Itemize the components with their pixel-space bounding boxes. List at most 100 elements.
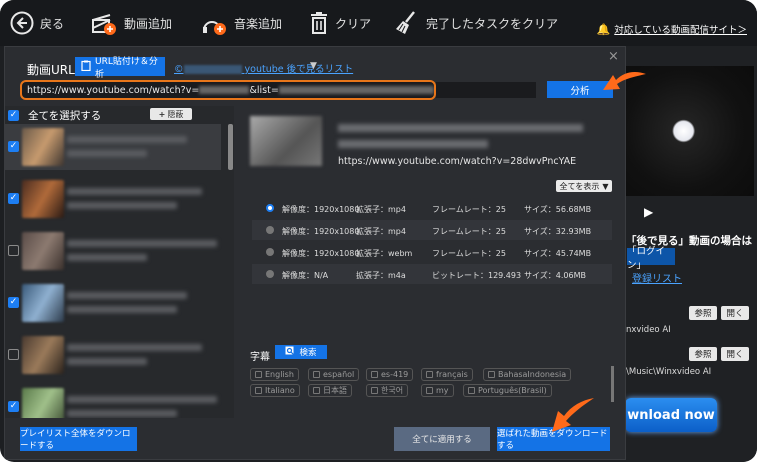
youtube-watch-later-link[interactable]: © youtube 後で見るリスト — [174, 61, 353, 75]
subtitle-search-label: 検索 — [299, 348, 317, 358]
browse-button-1[interactable]: 参照 — [689, 306, 717, 320]
add-music-button[interactable]: 音楽追加 — [200, 0, 282, 46]
format-col1: 解像度：N/A — [282, 271, 329, 280]
list-item[interactable]: ✓ — [5, 280, 221, 326]
item-checkbox-checked[interactable]: ✓ — [8, 141, 19, 152]
browse-button-2[interactable]: 参照 — [689, 347, 717, 361]
radio-selected-icon[interactable] — [266, 204, 274, 212]
app-window: 戻る 動画追加 音楽追加 クリア 完了したタスクをクリア 🔔 対応している動画配… — [0, 0, 757, 462]
paste-analyze-label: URL貼付け＆分析 — [95, 56, 158, 80]
dropdown-triangle-icon[interactable]: ▼ — [310, 61, 317, 71]
list-scrollbar[interactable] — [228, 124, 233, 170]
radio-unselected-icon[interactable] — [266, 226, 274, 234]
subtitle-language-option[interactable]: my — [421, 384, 454, 397]
add-video-button[interactable]: 動画追加 — [90, 0, 172, 46]
checkbox-unchecked-icon — [468, 387, 475, 394]
collapse-button[interactable]: + 隠蔽 — [150, 108, 192, 120]
back-button[interactable]: 戻る — [10, 0, 64, 46]
list-item[interactable]: ✓ — [5, 124, 221, 170]
subtitle-search-button[interactable]: 検索 — [275, 345, 327, 359]
open-button-2[interactable]: 開く — [721, 347, 749, 361]
item-title-blurred — [67, 292, 187, 299]
video-title-blurred — [338, 124, 583, 132]
format-col2: 拡張子：webm — [356, 249, 413, 258]
subtitle-language-label: español — [323, 370, 355, 379]
item-subtitle-blurred — [67, 254, 147, 261]
show-all-label: 全てを表示 — [559, 181, 600, 191]
checkbox-unchecked-icon — [426, 387, 433, 394]
item-checkbox-unchecked[interactable] — [8, 245, 19, 256]
subtitle-language-label: my — [436, 386, 449, 395]
subtitle-language-option[interactable]: Italiano — [250, 384, 300, 397]
format-col1: 解像度：1920x1080 — [282, 249, 360, 258]
open-button-1[interactable]: 開く — [721, 306, 749, 320]
format-col4: サイズ：45.74MB — [524, 249, 592, 258]
clear-completed-label: 完了したタスクをクリア — [426, 16, 559, 31]
url-input-extension[interactable] — [436, 82, 536, 98]
collapse-label: 隠蔽 — [167, 109, 184, 119]
subtitle-language-option[interactable]: es-419 — [366, 368, 414, 381]
format-row[interactable]: 解像度：1920x1080 拡張子：mp4 フレームレート：25 サイズ：56.68M… — [252, 198, 612, 218]
download-playlist-button[interactable]: プレイリスト全体をダウンロードする — [20, 427, 137, 451]
item-subtitle-blurred — [67, 358, 147, 365]
subtitle-scrollbar[interactable] — [611, 366, 614, 402]
checkbox-unchecked-icon — [255, 387, 262, 394]
subtitle-language-option[interactable]: français — [421, 368, 473, 381]
trash-icon — [309, 11, 329, 35]
subtitle-language-label: français — [436, 370, 468, 379]
list-item[interactable] — [5, 228, 221, 274]
subtitle-language-label: BahasaIndonesia — [498, 370, 567, 379]
format-row[interactable]: 解像度：1920x1080 拡張子：webm フレームレート：25 サイズ：45.74… — [252, 242, 612, 262]
list-item[interactable]: ✓ — [5, 176, 221, 222]
subtitle-language-label: Português(Brasil) — [478, 386, 547, 395]
clipboard-icon — [81, 60, 91, 74]
url-input[interactable]: https://www.youtube.com/watch?v= &list= — [20, 80, 436, 100]
url-prefix: https://www.youtube.com/watch?v= — [27, 84, 200, 96]
video-url: https://www.youtube.com/watch?v=28dwvPnc… — [338, 156, 577, 167]
item-thumbnail — [22, 232, 64, 270]
item-title-blurred — [67, 396, 217, 403]
url-mid: &list= — [249, 84, 279, 96]
video-title-blurred-2 — [338, 140, 488, 148]
output-path-2: \Music\Winxvideo AI — [626, 367, 712, 377]
checkbox-unchecked-icon — [313, 371, 320, 378]
supported-sites-label: 対応している動画配信サイト＞ — [614, 25, 747, 36]
item-checkbox-checked[interactable]: ✓ — [8, 297, 19, 308]
login-button[interactable]: 「ログイン」 — [627, 246, 675, 271]
checkbox-checked-icon: ✓ — [8, 110, 19, 121]
select-all-checkbox[interactable]: ✓ 全てを選択する — [8, 108, 101, 123]
subtitle-language-option[interactable]: 한국어 — [366, 384, 409, 397]
subtitles-label: 字幕 — [250, 352, 270, 363]
radio-unselected-icon[interactable] — [266, 248, 274, 256]
add-music-label: 音楽追加 — [234, 16, 283, 31]
format-col2: 拡張子：mp4 — [356, 227, 406, 236]
apply-all-button[interactable]: 全てに適用する — [394, 427, 490, 451]
subtitle-language-option[interactable]: 日本語 — [308, 384, 352, 397]
format-col1: 解像度：1920x1080 — [282, 205, 360, 214]
register-list-link[interactable]: 登録リスト — [632, 270, 682, 285]
play-icon[interactable]: ▶ — [644, 205, 653, 219]
show-all-dropdown[interactable]: 全てを表示 ▼ — [556, 180, 612, 192]
supported-sites-link[interactable]: 🔔 対応している動画配信サイト＞ — [597, 22, 747, 37]
format-row[interactable]: 解像度：1920x1080 拡張子：mp4 フレームレート：25 サイズ：32.93M… — [252, 220, 612, 240]
subtitle-language-option[interactable]: English — [250, 368, 299, 381]
paste-analyze-button[interactable]: URL貼付け＆分析 — [75, 57, 165, 80]
add-music-icon — [200, 10, 228, 36]
checkbox-unchecked-icon — [313, 387, 320, 394]
download-now-button[interactable]: wnload now — [625, 398, 717, 432]
list-item[interactable] — [5, 332, 221, 378]
clear-button[interactable]: クリア — [309, 0, 371, 46]
item-subtitle-blurred — [67, 410, 177, 417]
clear-completed-button[interactable]: 完了したタスクをクリア — [394, 0, 558, 46]
subtitle-language-option[interactable]: Português(Brasil) — [463, 384, 552, 397]
pointer-arrow-icon-2 — [552, 398, 594, 432]
radio-unselected-icon[interactable] — [266, 270, 274, 278]
subtitle-language-option[interactable]: español — [308, 368, 360, 381]
item-checkbox-checked[interactable]: ✓ — [8, 401, 19, 412]
subtitle-language-option[interactable]: BahasaIndonesia — [483, 368, 572, 381]
item-checkbox-unchecked[interactable] — [8, 349, 19, 360]
format-row[interactable]: 解像度：N/A 拡張子：m4a ビットレート：129.493 サイズ：4.06MB — [252, 264, 612, 284]
item-checkbox-checked[interactable]: ✓ — [8, 193, 19, 204]
item-thumbnail — [22, 180, 64, 218]
format-col2: 拡張子：m4a — [356, 271, 406, 280]
